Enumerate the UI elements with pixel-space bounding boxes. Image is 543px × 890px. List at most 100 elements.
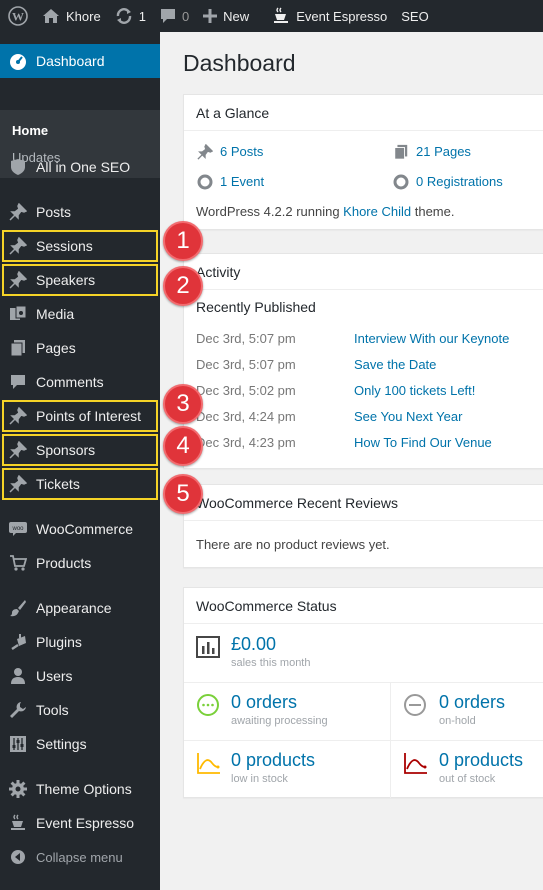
sales-value[interactable]: £0.00 xyxy=(231,634,276,655)
collapse-menu-button[interactable]: Collapse menu xyxy=(0,840,160,874)
menu-theme-options-label: Theme Options xyxy=(36,781,132,797)
submenu-home[interactable]: Home xyxy=(12,123,48,138)
annotation-badge-4: 4 xyxy=(163,426,203,466)
highlight-sponsors xyxy=(2,434,158,466)
menu-appearance[interactable]: Appearance xyxy=(0,591,160,625)
pages-count-link[interactable]: 21 Pages xyxy=(416,144,471,159)
at-a-glance-header[interactable]: At a Glance xyxy=(184,95,543,131)
menu-products-label: Products xyxy=(36,555,92,571)
menu-settings-label: Settings xyxy=(36,736,87,752)
wordpress-logo-button[interactable]: W xyxy=(0,0,35,32)
out-stock-value[interactable]: 0 products xyxy=(439,750,523,771)
settings-sliders-icon xyxy=(8,734,28,754)
woocommerce-status-widget: WooCommerce Status £0.00 sales this mont… xyxy=(183,587,543,798)
svg-text:W: W xyxy=(12,10,24,24)
divider xyxy=(184,682,543,683)
seo-label: SEO xyxy=(401,8,429,24)
out-stock-label: out of stock xyxy=(439,773,496,785)
comment-icon xyxy=(160,9,175,23)
menu-event-espresso[interactable]: Event Espresso xyxy=(0,806,160,840)
activity-header[interactable]: Activity xyxy=(184,254,543,290)
coffee-cup-icon xyxy=(274,7,289,23)
menu-tools[interactable]: Tools xyxy=(0,693,160,727)
on-hold-minus-icon xyxy=(404,694,426,716)
menu-comments[interactable]: Comments xyxy=(0,365,160,399)
site-name: Khore xyxy=(66,8,101,24)
pages-icon xyxy=(8,338,28,358)
admin-menu: Dashboard Home Updates All in One SEO Po… xyxy=(0,32,160,890)
orders-processing-value[interactable]: 0 orders xyxy=(231,692,297,713)
svg-text:woo: woo xyxy=(11,526,24,532)
home-icon xyxy=(43,9,59,23)
out-of-stock-chart-icon xyxy=(404,753,427,774)
low-stock-label: low in stock xyxy=(231,773,288,785)
menu-products[interactable]: Products xyxy=(0,546,160,580)
menu-pages[interactable]: Pages xyxy=(0,331,160,365)
seo-link[interactable]: SEO xyxy=(394,0,435,32)
media-icon xyxy=(8,304,28,324)
highlight-tickets xyxy=(2,468,158,500)
wp-version-pre: WordPress 4.2.2 running xyxy=(196,204,344,219)
divider xyxy=(390,682,391,798)
posts-count-link[interactable]: 6 Posts xyxy=(220,144,263,159)
new-label: New xyxy=(223,8,250,24)
activity-date: Dec 3rd, 4:24 pm xyxy=(196,409,296,424)
updates-link[interactable]: 1 xyxy=(108,0,153,32)
shield-icon xyxy=(8,157,28,177)
no-reviews-text: There are no product reviews yet. xyxy=(196,537,390,552)
registrations-count-link[interactable]: 0 Registrations xyxy=(416,174,503,189)
comments-link[interactable]: 0 xyxy=(153,0,196,32)
user-icon xyxy=(8,666,28,686)
activity-widget: Activity Recently Published Dec 3rd, 5:0… xyxy=(183,253,543,469)
menu-posts[interactable]: Posts xyxy=(0,195,160,229)
highlight-points-of-interest xyxy=(2,400,158,432)
annotation-badge-2: 2 xyxy=(163,266,203,306)
menu-users-label: Users xyxy=(36,668,73,684)
menu-aioseo[interactable]: All in One SEO xyxy=(0,150,160,184)
low-stock-value[interactable]: 0 products xyxy=(231,750,315,771)
orders-hold-label: on-hold xyxy=(439,715,476,727)
menu-plugins[interactable]: Plugins xyxy=(0,625,160,659)
gear-icon xyxy=(8,779,28,799)
woocommerce-reviews-widget: WooCommerce Recent Reviews There are no … xyxy=(183,484,543,568)
circle-icon xyxy=(197,174,213,190)
menu-theme-options[interactable]: Theme Options xyxy=(0,772,160,806)
menu-woocommerce[interactable]: woo WooCommerce xyxy=(0,512,160,546)
orders-hold-value[interactable]: 0 orders xyxy=(439,692,505,713)
low-stock-chart-icon xyxy=(197,753,220,774)
menu-dashboard-label: Dashboard xyxy=(36,53,105,69)
activity-post-link[interactable]: Only 100 tickets Left! xyxy=(354,383,475,398)
menu-settings[interactable]: Settings xyxy=(0,727,160,761)
event-espresso-label: Event Espresso xyxy=(296,8,388,24)
activity-post-link[interactable]: How To Find Our Venue xyxy=(354,435,492,450)
activity-post-link[interactable]: Save the Date xyxy=(354,357,436,372)
recently-published-heading: Recently Published xyxy=(196,299,316,315)
activity-date: Dec 3rd, 4:23 pm xyxy=(196,435,296,450)
new-content-link[interactable]: New xyxy=(196,0,256,32)
menu-media[interactable]: Media xyxy=(0,297,160,331)
event-espresso-link[interactable]: Event Espresso xyxy=(256,0,394,32)
theme-link[interactable]: Khore Child xyxy=(343,204,411,219)
circle-icon xyxy=(393,174,409,190)
menu-event-espresso-label: Event Espresso xyxy=(36,815,135,831)
dashboard-gauge-icon xyxy=(8,51,28,71)
woocommerce-status-header[interactable]: WooCommerce Status xyxy=(184,588,543,624)
paintbrush-icon xyxy=(8,598,28,618)
menu-pages-label: Pages xyxy=(36,340,76,356)
menu-tools-label: Tools xyxy=(36,702,69,718)
menu-posts-label: Posts xyxy=(36,204,72,220)
collapse-menu-label: Collapse menu xyxy=(36,849,123,865)
woocommerce-reviews-header[interactable]: WooCommerce Recent Reviews xyxy=(184,485,543,521)
activity-post-link[interactable]: See You Next Year xyxy=(354,409,462,424)
activity-date: Dec 3rd, 5:02 pm xyxy=(196,383,296,398)
plug-icon xyxy=(8,632,28,652)
plus-icon xyxy=(203,9,218,23)
orders-processing-label: awaiting processing xyxy=(231,715,328,727)
wordpress-icon: W xyxy=(8,6,28,26)
site-name-link[interactable]: Khore xyxy=(35,0,108,32)
menu-dashboard[interactable]: Dashboard xyxy=(0,44,160,78)
menu-users[interactable]: Users xyxy=(0,659,160,693)
page-title: Dashboard xyxy=(183,50,296,76)
activity-post-link[interactable]: Interview With our Keynote xyxy=(354,331,509,346)
event-count-link[interactable]: 1 Event xyxy=(220,174,264,189)
